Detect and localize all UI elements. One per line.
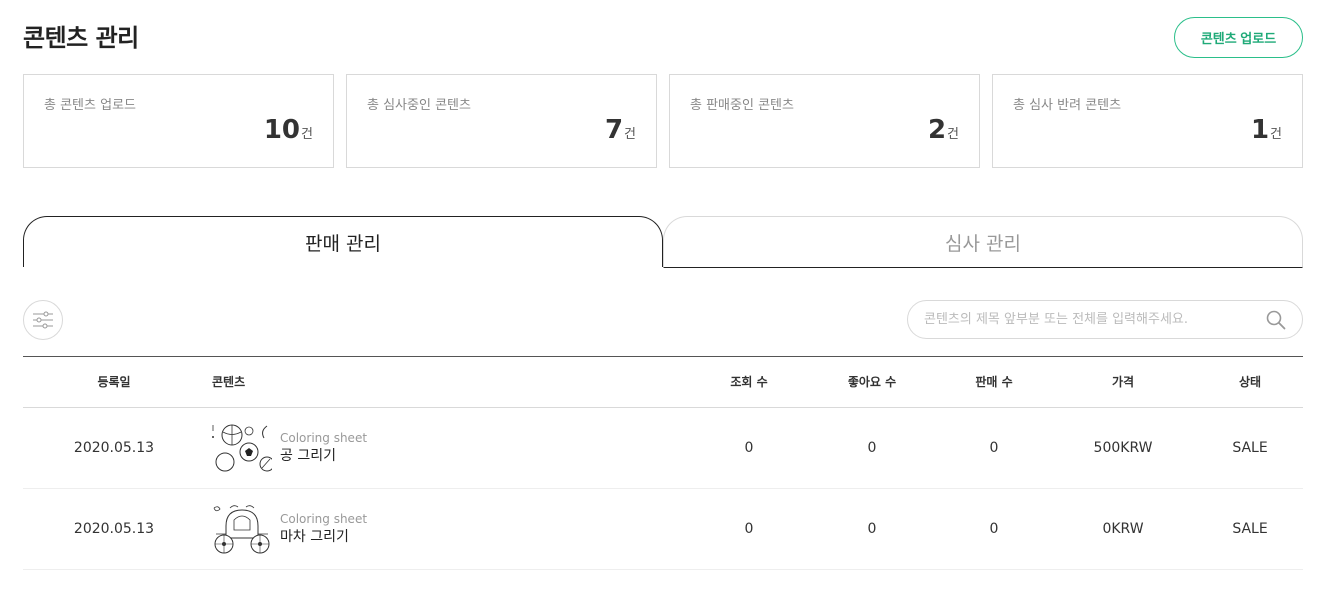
header-status: 상태: [1238, 375, 1262, 389]
row-status: SALE: [1232, 521, 1268, 537]
ball-drawing-thumbnail[interactable]: [212, 423, 272, 474]
stat-value: 2 건: [928, 115, 959, 145]
header-content: 콘텐츠: [212, 375, 246, 389]
content-info[interactable]: Coloring sheet 공 그리기: [280, 430, 367, 466]
content-info[interactable]: Coloring sheet 마차 그리기: [280, 511, 367, 547]
tab-review-management[interactable]: 심사 관리: [663, 216, 1303, 268]
content-title[interactable]: 공 그리기: [280, 446, 367, 466]
row-price: 500KRW: [1093, 440, 1153, 456]
stat-card-on-sale: 총 판매중인 콘텐츠 2 건: [669, 74, 980, 168]
page-title: 콘텐츠 관리: [23, 24, 139, 52]
row-likes: 0: [867, 521, 877, 537]
search-icon[interactable]: [1266, 310, 1286, 330]
stat-number: 1: [1250, 115, 1270, 145]
stat-unit: 건: [947, 127, 959, 142]
stat-unit: 건: [624, 127, 636, 142]
stat-label: 총 콘텐츠 업로드: [44, 98, 136, 113]
search-box: [907, 300, 1303, 339]
filter-button[interactable]: [23, 300, 63, 340]
row-status: SALE: [1232, 440, 1268, 456]
table-header: 등록일 콘텐츠 조회 수 좋아요 수 판매 수 가격 상태: [23, 356, 1303, 408]
search-input[interactable]: [924, 301, 1254, 338]
row-date: 2020.05.13: [73, 440, 155, 456]
stat-value: 7 건: [605, 115, 636, 145]
row-sales: 0: [989, 521, 999, 537]
stat-unit: 건: [301, 127, 313, 142]
content-upload-button[interactable]: 콘텐츠 업로드: [1174, 17, 1303, 58]
header-likes[interactable]: 좋아요 수: [822, 357, 922, 407]
content-table: 등록일 콘텐츠 조회 수 좋아요 수 판매 수 가격 상태 2020.05.13…: [23, 356, 1303, 570]
stat-number: 10: [263, 115, 301, 145]
header-views[interactable]: 조회 수: [699, 357, 799, 407]
stat-label: 총 심사 반려 콘텐츠: [1013, 98, 1122, 113]
stat-label: 총 심사중인 콘텐츠: [367, 98, 471, 113]
filter-sliders-icon: [33, 311, 53, 329]
stat-card-rejected: 총 심사 반려 콘텐츠 1 건: [992, 74, 1303, 168]
table-row[interactable]: 2020.05.13 Coloring sheet 마차 그리기 0 0 0 0…: [23, 489, 1303, 570]
stat-value: 1 건: [1251, 115, 1282, 145]
content-category: Coloring sheet: [280, 431, 368, 445]
table-row[interactable]: 2020.05.13 Coloring sheet 공 그리기 0 0 0 50…: [23, 408, 1303, 489]
stat-label: 총 판매중인 콘텐츠: [690, 98, 794, 113]
stat-number: 2: [927, 115, 947, 145]
header-price[interactable]: 가격: [1073, 357, 1173, 407]
header-sales[interactable]: 판매 수: [944, 357, 1044, 407]
row-price: 0KRW: [1102, 521, 1144, 537]
row-sales: 0: [989, 440, 999, 456]
stat-card-total-uploads: 총 콘텐츠 업로드 10 건: [23, 74, 334, 168]
header-date[interactable]: 등록일: [23, 357, 205, 407]
row-date: 2020.05.13: [73, 521, 155, 537]
tab-sales-management[interactable]: 판매 관리: [23, 216, 663, 267]
carriage-drawing-thumbnail[interactable]: [212, 504, 272, 555]
stat-unit: 건: [1270, 127, 1282, 142]
row-views: 0: [744, 521, 754, 537]
row-likes: 0: [867, 440, 877, 456]
content-title[interactable]: 마차 그리기: [280, 527, 367, 547]
stat-number: 7: [604, 115, 624, 145]
stat-card-in-review: 총 심사중인 콘텐츠 7 건: [346, 74, 657, 168]
content-category: Coloring sheet: [280, 512, 368, 526]
row-views: 0: [744, 440, 754, 456]
stat-value: 10 건: [264, 115, 313, 145]
